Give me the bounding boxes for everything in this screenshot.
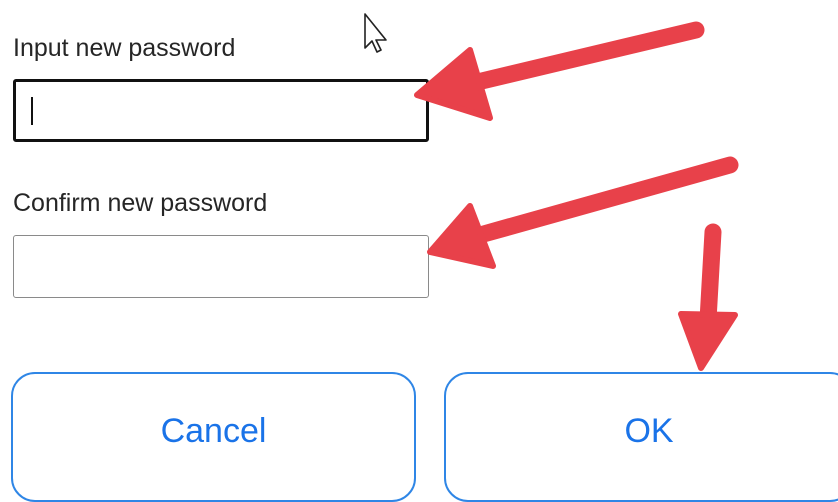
ok-button[interactable]: OK xyxy=(444,372,838,502)
cancel-button-label: Cancel xyxy=(160,412,267,450)
red-arrow-icon xyxy=(427,156,739,269)
new-password-label: Input new password xyxy=(13,34,236,62)
text-caret xyxy=(31,97,33,125)
red-arrow-icon xyxy=(414,21,705,121)
ok-button-label: OK xyxy=(624,412,674,450)
confirm-password-input[interactable] xyxy=(13,235,429,298)
cancel-button[interactable]: Cancel xyxy=(11,372,416,502)
confirm-password-label: Confirm new password xyxy=(13,189,268,217)
new-password-input[interactable] xyxy=(13,79,429,142)
mouse-pointer-icon xyxy=(364,13,387,53)
red-arrow-icon xyxy=(678,223,738,371)
